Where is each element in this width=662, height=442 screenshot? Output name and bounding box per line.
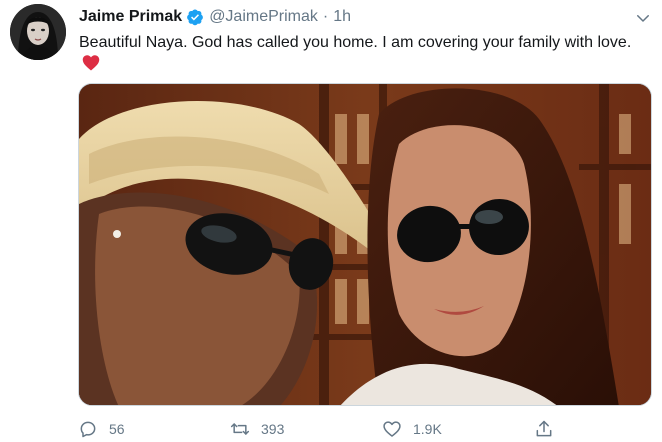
action-bar: 56 393 1.9K — [72, 416, 662, 442]
display-name[interactable]: Jaime Primak — [79, 8, 182, 26]
handle[interactable]: @JaimePrimak — [209, 8, 318, 26]
share-button[interactable] — [534, 416, 554, 442]
red-heart-emoji — [82, 54, 100, 71]
tweet-text-container: Beautiful Naya. God has called you home.… — [79, 32, 649, 74]
tweet-text: Beautiful Naya. God has called you home.… — [79, 34, 632, 51]
separator-dot: · — [322, 8, 329, 25]
reply-button[interactable]: 56 — [78, 416, 125, 442]
retweet-icon — [230, 423, 250, 435]
avatar[interactable] — [10, 4, 66, 60]
like-count: 1.9K — [413, 421, 442, 437]
timestamp[interactable]: 1h — [333, 8, 351, 26]
share-icon — [536, 420, 552, 437]
retweet-count: 393 — [261, 421, 285, 437]
chevron-down-icon[interactable] — [634, 9, 652, 27]
tweet-header: Jaime Primak @JaimePrimak · 1h — [79, 6, 351, 28]
reply-icon — [80, 421, 96, 438]
like-button[interactable]: 1.9K — [382, 416, 442, 442]
reply-count: 56 — [109, 421, 125, 437]
heart-icon — [383, 421, 401, 437]
retweet-button[interactable]: 393 — [230, 416, 284, 442]
tweet-photo[interactable] — [78, 83, 652, 406]
verified-badge-icon — [186, 8, 204, 26]
